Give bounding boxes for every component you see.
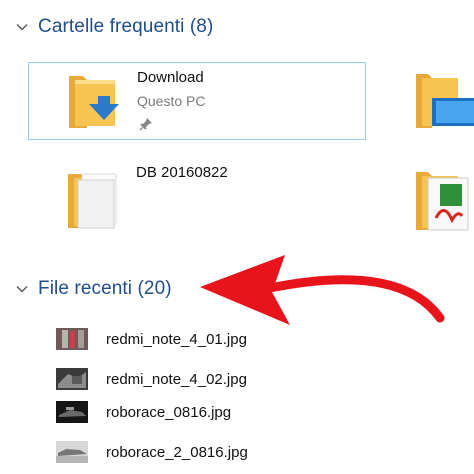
annotation-arrow xyxy=(200,255,445,325)
